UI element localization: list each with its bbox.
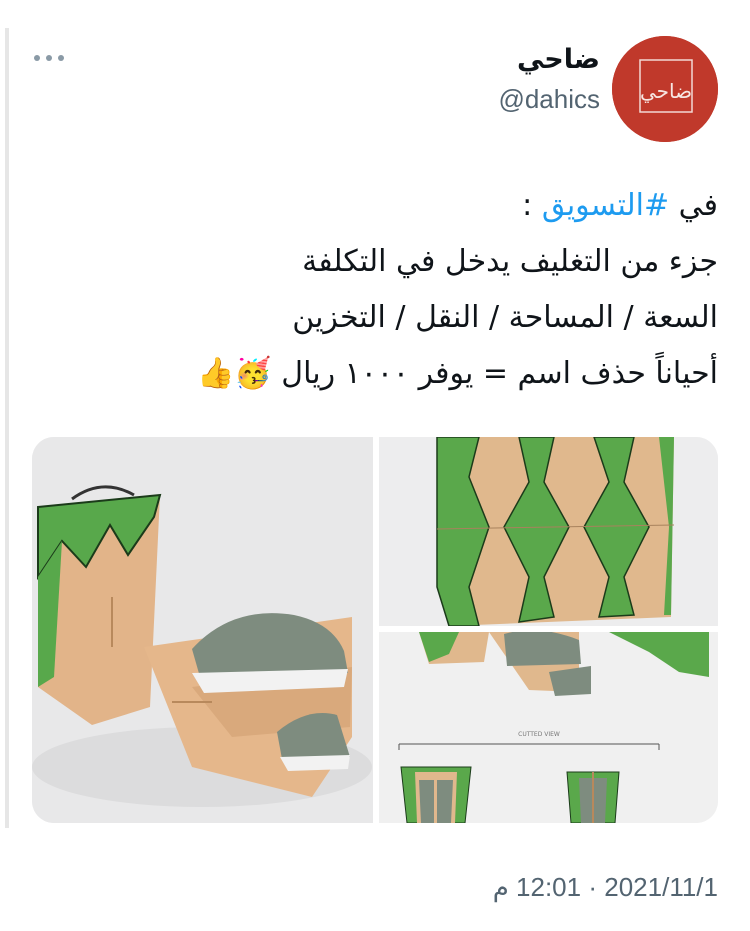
media-grid: CUTTED VIEW [32, 437, 718, 823]
avatar-logo-icon: ضاحي [612, 36, 718, 142]
dot-icon [34, 55, 40, 61]
dot-icon [46, 55, 52, 61]
media-image-3[interactable]: CUTTED VIEW [379, 632, 718, 823]
thread-line [5, 28, 9, 828]
tweet-timestamp[interactable]: 2021/11/1 · 12:01 م [493, 872, 718, 903]
dot-icon [58, 55, 64, 61]
timestamp-date: 2021/11/1 [604, 872, 718, 902]
pattern-panel-illustration [379, 437, 718, 626]
author-display-name[interactable]: ضاحي [517, 44, 600, 75]
tweet-line-3: السعة / المساحة / النقل / التخزين [292, 300, 718, 335]
media-image-2[interactable] [379, 437, 718, 626]
avatar[interactable]: ضاحي [612, 36, 718, 142]
hashtag-link[interactable]: #التسويق [542, 188, 669, 223]
shoe-box-illustration [32, 437, 373, 823]
cutted-view-label: CUTTED VIEW [518, 731, 560, 738]
tweet-text-prefix: في [669, 188, 718, 223]
cutted-view-illustration: CUTTED VIEW [379, 632, 718, 823]
party-face-icon: 🥳 [234, 356, 272, 391]
tweet-line-1: في #التسويق : [58, 178, 718, 234]
thumbs-up-icon: 👍 [197, 356, 235, 391]
tweet-line-4-text: أحياناً حذف اسم = يوفر ١٠٠٠ ريال [281, 356, 718, 391]
more-options-icon[interactable] [34, 48, 74, 68]
tweet-line-4: أحياناً حذف اسم = يوفر ١٠٠٠ ريال 🥳👍 [58, 346, 718, 402]
media-image-1[interactable] [32, 437, 373, 823]
avatar-monogram: ضاحي [640, 79, 692, 104]
tweet-line-2: جزء من التغليف يدخل في التكلفة [302, 244, 718, 279]
author-handle[interactable]: @dahics [498, 84, 600, 115]
timestamp-time: 12:01 م [492, 872, 582, 902]
tweet-text-suffix: : [522, 188, 542, 223]
timestamp-separator: · [588, 872, 598, 902]
tweet-text: في #التسويق : جزء من التغليف يدخل في الت… [58, 178, 718, 402]
